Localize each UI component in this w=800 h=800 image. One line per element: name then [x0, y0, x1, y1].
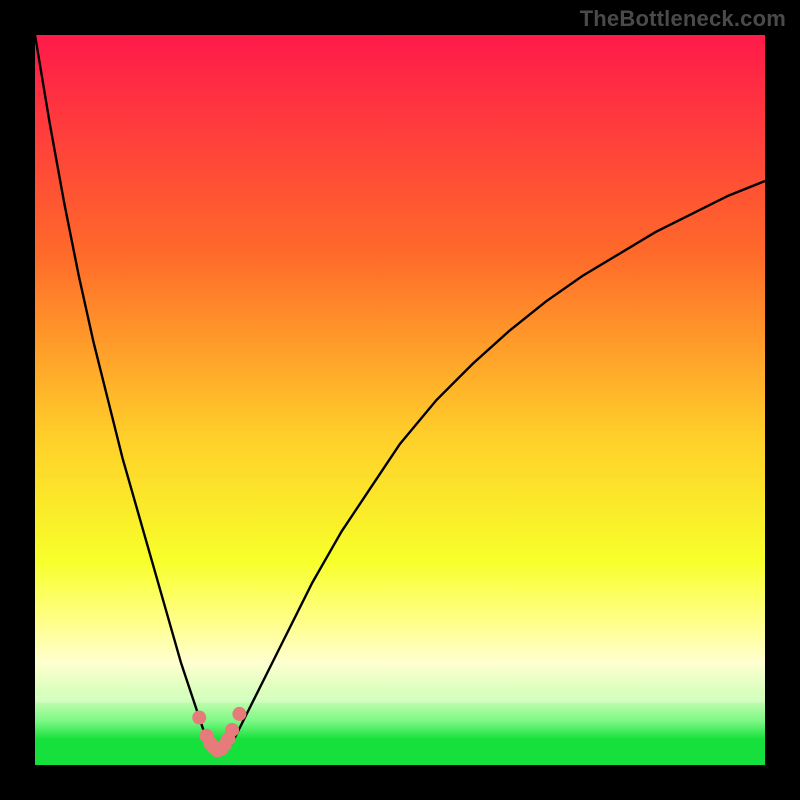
- gradient-background: [35, 35, 765, 765]
- green-band: [35, 696, 765, 703]
- plot-area: [35, 35, 765, 765]
- chart-svg: [35, 35, 765, 765]
- sweet-spot-dot: [225, 723, 239, 737]
- sweet-spot-dot: [232, 707, 246, 721]
- watermark-text: TheBottleneck.com: [580, 6, 786, 32]
- chart-frame: TheBottleneck.com: [0, 0, 800, 800]
- sweet-spot-dot: [192, 711, 206, 725]
